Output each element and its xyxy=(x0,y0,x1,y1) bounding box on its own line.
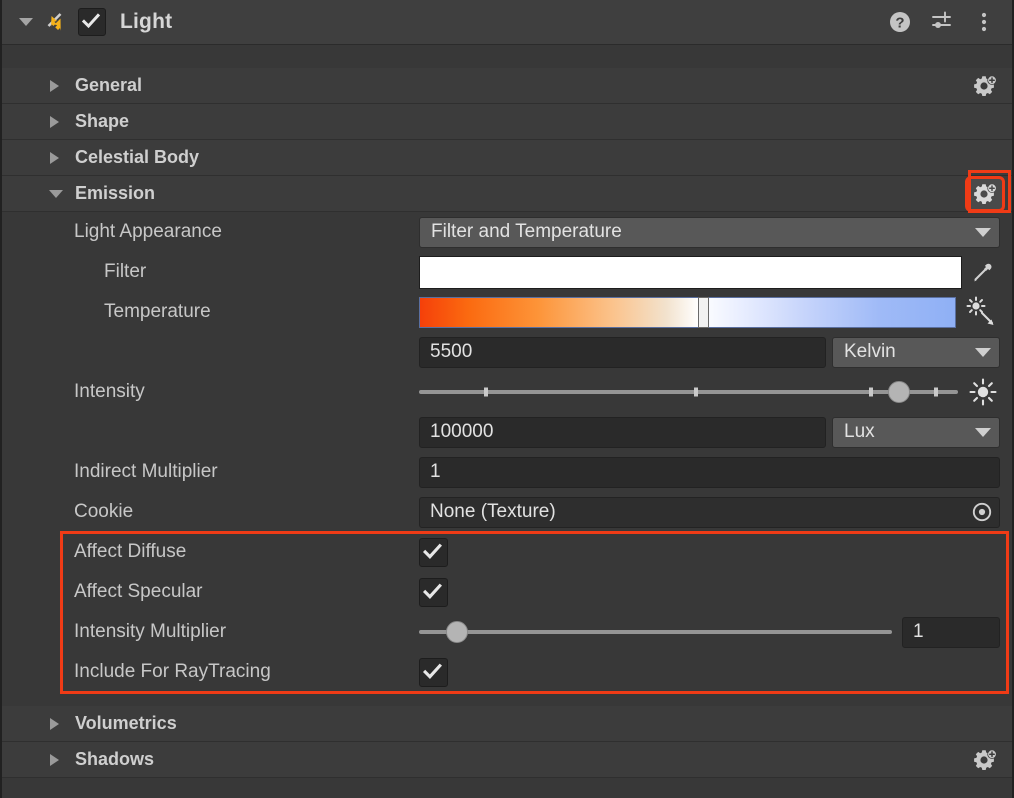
section-shadows[interactable]: Shadows xyxy=(2,742,1012,778)
temperature-value-field[interactable]: 5500 xyxy=(419,336,826,368)
override-gear-icon-emission[interactable] xyxy=(965,175,1005,212)
filter-label: Filter xyxy=(104,261,147,282)
temperature-unit-dropdown[interactable]: Kelvin xyxy=(832,336,1000,368)
svg-text:?: ? xyxy=(895,15,904,32)
section-general-label: General xyxy=(75,75,143,95)
more-menu-icon[interactable] xyxy=(972,10,996,34)
row-light-appearance: Light Appearance Filter and Temperature xyxy=(2,212,1012,252)
intensity-slider[interactable] xyxy=(419,381,958,403)
intensity-multiplier-label: Intensity Multiplier xyxy=(74,621,227,642)
intensity-multiplier-slider-track xyxy=(419,630,892,634)
slider-tick xyxy=(869,387,874,397)
include-for-raytracing-label: Include For RayTracing xyxy=(74,661,271,682)
chevron-down-icon xyxy=(49,187,64,201)
light-appearance-value: Filter and Temperature xyxy=(431,221,622,242)
component-foldout-arrow[interactable] xyxy=(16,13,34,31)
light-inspector-panel: Light ? General Shape Celestial Body Emi… xyxy=(0,0,1014,798)
emission-bottom-gap xyxy=(2,692,1012,706)
affect-specular-checkbox[interactable] xyxy=(419,577,448,607)
intensity-multiplier-slider-knob[interactable] xyxy=(445,621,468,643)
indirect-multiplier-field[interactable]: 1 xyxy=(419,456,1000,488)
eyedropper-icon[interactable] xyxy=(966,257,1000,288)
intensity-value-field[interactable]: 100000 xyxy=(419,416,826,448)
chevron-right-icon xyxy=(50,115,64,129)
row-filter: Filter xyxy=(2,252,1012,292)
chevron-right-icon xyxy=(50,753,64,767)
intensity-slider-track xyxy=(419,390,958,394)
intensity-unit-value: Lux xyxy=(844,421,875,442)
row-intensity-value: 100000 Lux xyxy=(2,412,1012,452)
chevron-down-icon xyxy=(975,227,991,237)
affect-diffuse-checkbox[interactable] xyxy=(419,537,448,567)
slider-tick xyxy=(483,387,488,397)
intensity-slider-knob[interactable] xyxy=(887,381,910,403)
section-volumetrics-label: Volumetrics xyxy=(75,713,177,733)
row-include-for-raytracing: Include For RayTracing xyxy=(2,652,1012,692)
row-intensity-multiplier: Intensity Multiplier 1 xyxy=(2,612,1012,652)
row-indirect-multiplier: Indirect Multiplier 1 xyxy=(2,452,1012,492)
temperature-slider-handle[interactable] xyxy=(698,296,710,328)
light-icon xyxy=(42,9,68,35)
override-gear-icon-shadows[interactable] xyxy=(968,745,1002,775)
section-emission[interactable]: Emission xyxy=(2,175,1012,212)
section-shape[interactable]: Shape xyxy=(2,104,1012,140)
sun-icon[interactable] xyxy=(966,377,1000,407)
cookie-object-field[interactable]: None (Texture) xyxy=(419,496,1000,528)
section-volumetrics[interactable]: Volumetrics xyxy=(2,706,1012,742)
temperature-unit-value: Kelvin xyxy=(844,341,896,362)
section-celestial-body[interactable]: Celestial Body xyxy=(2,140,1012,176)
object-picker-icon[interactable] xyxy=(969,499,995,525)
section-emission-label: Emission xyxy=(75,183,156,203)
section-shadows-label: Shadows xyxy=(75,749,155,769)
preset-settings-icon[interactable] xyxy=(930,10,954,34)
cookie-label: Cookie xyxy=(74,501,134,522)
affect-specular-label: Affect Specular xyxy=(74,581,203,602)
row-temperature-value: 5500 Kelvin xyxy=(2,332,1012,372)
intensity-multiplier-slider[interactable] xyxy=(419,621,892,643)
filter-color-swatch[interactable] xyxy=(419,255,962,289)
intensity-label: Intensity xyxy=(74,381,145,402)
temperature-gradient-slider[interactable] xyxy=(419,296,956,328)
chevron-right-icon xyxy=(50,151,64,165)
component-title: Light xyxy=(120,10,173,33)
intensity-multiplier-value: 1 xyxy=(913,621,924,642)
component-enabled-checkbox[interactable] xyxy=(78,8,106,36)
section-general[interactable]: General xyxy=(2,68,1012,104)
light-appearance-dropdown[interactable]: Filter and Temperature xyxy=(419,216,1000,248)
indirect-multiplier-label: Indirect Multiplier xyxy=(74,461,218,482)
section-celestial-body-label: Celestial Body xyxy=(75,147,200,167)
slider-tick xyxy=(933,387,938,397)
row-cookie: Cookie None (Texture) xyxy=(2,492,1012,532)
chevron-right-icon xyxy=(50,79,64,93)
override-gear-icon-general[interactable] xyxy=(968,71,1002,101)
row-affect-diffuse: Affect Diffuse xyxy=(2,532,1012,572)
cookie-value: None (Texture) xyxy=(430,501,556,522)
affect-diffuse-label: Affect Diffuse xyxy=(74,541,187,562)
intensity-unit-dropdown[interactable]: Lux xyxy=(832,416,1000,448)
include-for-raytracing-checkbox[interactable] xyxy=(419,657,448,687)
light-appearance-label: Light Appearance xyxy=(74,221,222,242)
header-icon-group: ? xyxy=(888,10,1002,34)
chevron-down-icon xyxy=(975,427,991,437)
row-affect-specular: Affect Specular xyxy=(2,572,1012,612)
component-header: Light ? xyxy=(2,0,1012,45)
row-temperature: Temperature xyxy=(2,292,1012,332)
header-gap xyxy=(2,45,1012,68)
intensity-multiplier-field[interactable]: 1 xyxy=(902,616,1000,648)
chevron-right-icon xyxy=(50,717,64,731)
temperature-value: 5500 xyxy=(430,341,473,362)
temperature-label: Temperature xyxy=(104,301,211,322)
row-intensity: Intensity xyxy=(2,372,1012,412)
chevron-down-icon xyxy=(975,347,991,357)
help-icon[interactable]: ? xyxy=(888,10,912,34)
indirect-multiplier-value: 1 xyxy=(430,461,441,482)
slider-tick xyxy=(693,387,698,397)
temperature-picker-icon[interactable] xyxy=(960,295,1000,329)
section-shape-label: Shape xyxy=(75,111,130,131)
intensity-value: 100000 xyxy=(430,421,494,442)
